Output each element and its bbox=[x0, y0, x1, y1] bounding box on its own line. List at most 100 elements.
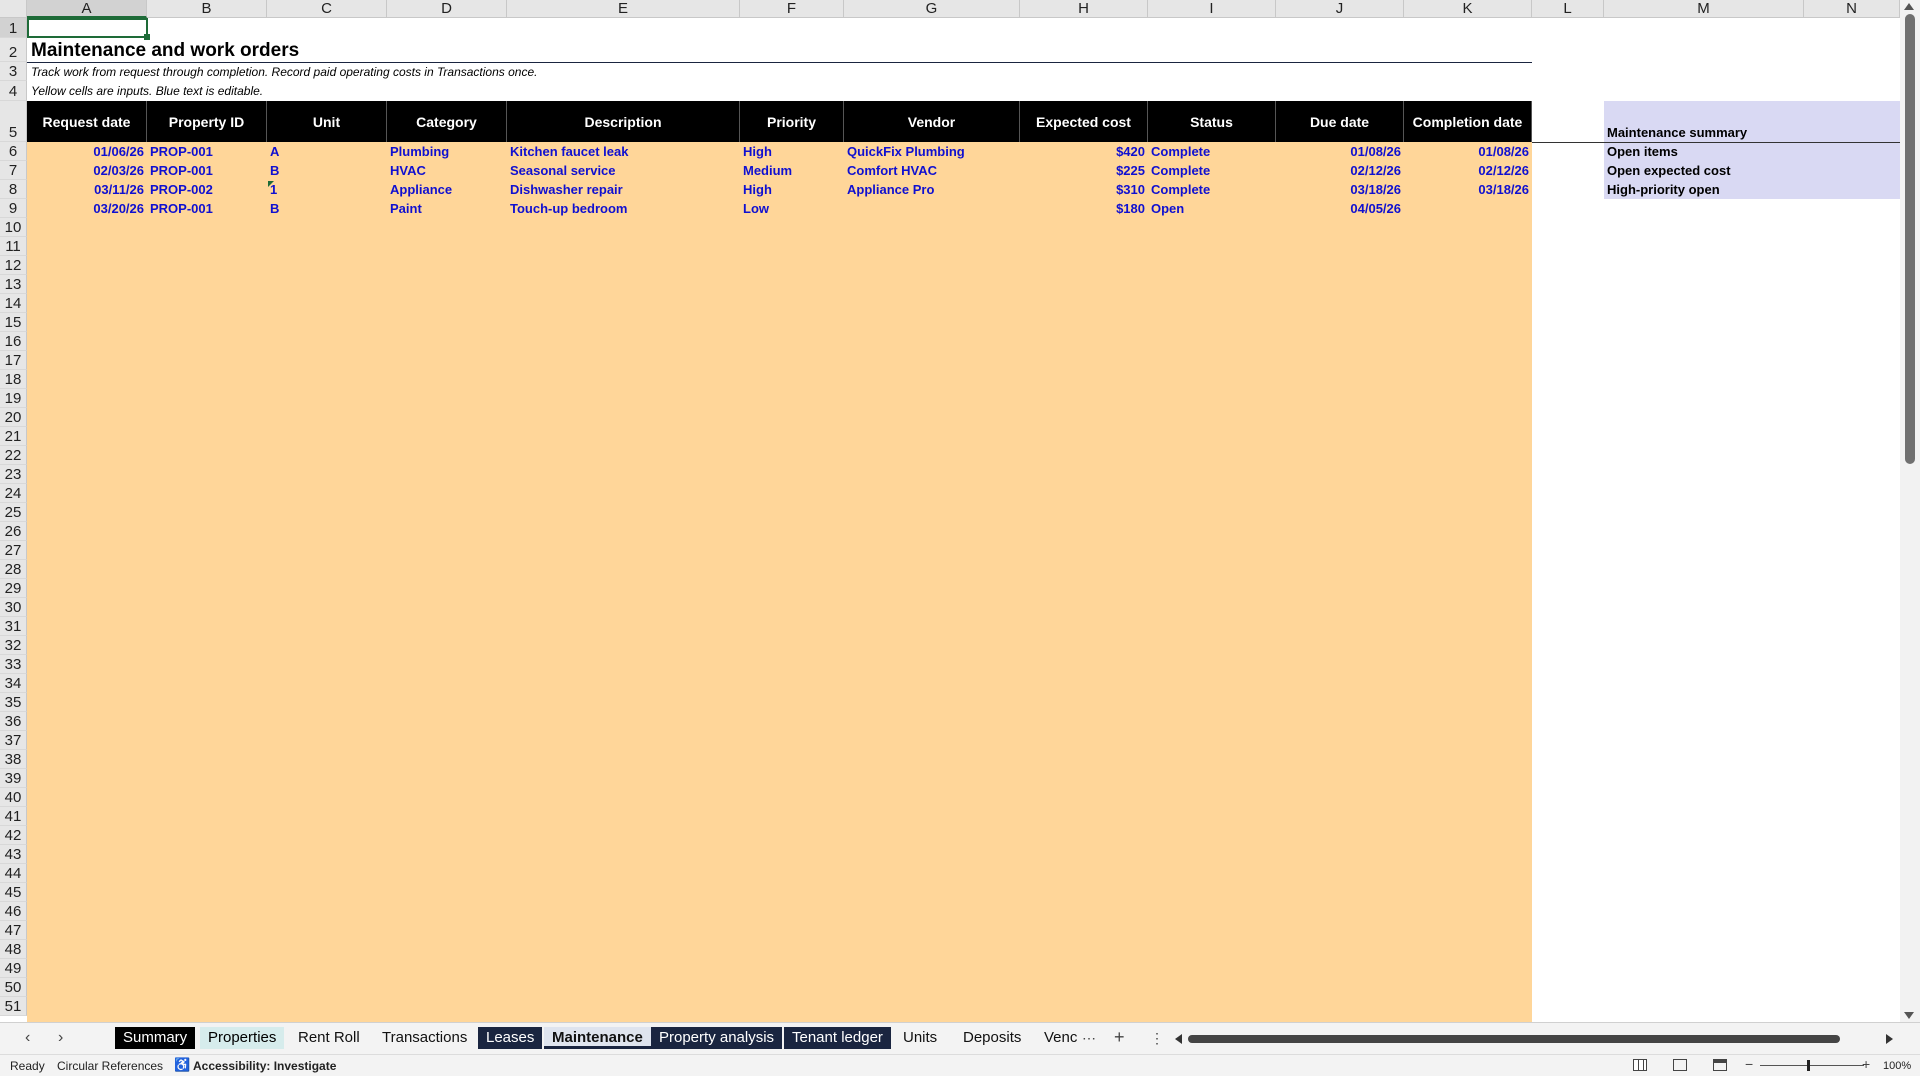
row-header[interactable]: 45 bbox=[0, 883, 27, 902]
cell-completion-date[interactable]: 03/18/26 bbox=[1404, 180, 1532, 199]
tab-rent-roll[interactable]: Rent Roll bbox=[290, 1027, 368, 1049]
row-header[interactable]: 6 bbox=[0, 142, 27, 161]
row-header[interactable]: 20 bbox=[0, 408, 27, 427]
cell-vendor[interactable]: QuickFix Plumbing bbox=[844, 142, 1020, 161]
cell-priority[interactable]: High bbox=[740, 142, 844, 161]
zoom-level[interactable]: 100% bbox=[1883, 1058, 1911, 1074]
header-due-date[interactable]: Due date bbox=[1276, 101, 1404, 142]
row-header[interactable]: 29 bbox=[0, 579, 27, 598]
tab-summary[interactable]: Summary bbox=[115, 1027, 196, 1049]
row-header[interactable]: 11 bbox=[0, 237, 27, 256]
tab-tenant-ledger[interactable]: Tenant ledger bbox=[784, 1027, 891, 1049]
zoom-in-icon[interactable]: + bbox=[1862, 1056, 1870, 1072]
cell-status[interactable]: Complete bbox=[1148, 161, 1276, 180]
normal-view-icon[interactable] bbox=[1633, 1059, 1647, 1071]
header-vendor[interactable]: Vendor bbox=[844, 101, 1020, 142]
cell-expected-cost[interactable]: $180 bbox=[1020, 199, 1148, 218]
row-header[interactable]: 9 bbox=[0, 199, 27, 218]
row-header[interactable]: 8 bbox=[0, 180, 27, 199]
tab-leases[interactable]: Leases bbox=[478, 1027, 543, 1049]
tab-maintenance[interactable]: Maintenance bbox=[544, 1027, 651, 1049]
row-header[interactable]: 36 bbox=[0, 712, 27, 731]
cell-priority[interactable]: Low bbox=[740, 199, 844, 218]
cell-completion-date[interactable]: 01/08/26 bbox=[1404, 142, 1532, 161]
row-header[interactable]: 34 bbox=[0, 674, 27, 693]
row-header[interactable]: 21 bbox=[0, 427, 27, 446]
row-header[interactable]: 41 bbox=[0, 807, 27, 826]
row-header[interactable]: 3 bbox=[0, 62, 27, 81]
summary-title[interactable]: Maintenance summary bbox=[1607, 124, 1747, 142]
row-header[interactable]: 23 bbox=[0, 465, 27, 484]
row-header[interactable]: 24 bbox=[0, 484, 27, 503]
cell-unit[interactable]: A bbox=[267, 142, 387, 161]
scroll-up-arrow-icon[interactable] bbox=[1904, 3, 1914, 10]
cell-status[interactable]: Complete bbox=[1148, 142, 1276, 161]
row-header[interactable]: 47 bbox=[0, 921, 27, 940]
cell-category[interactable]: Appliance bbox=[387, 180, 507, 199]
column-header-a[interactable]: A bbox=[27, 0, 147, 18]
cell-property-id[interactable]: PROP-002 bbox=[147, 180, 267, 199]
row-header[interactable]: 26 bbox=[0, 522, 27, 541]
cell-expected-cost[interactable]: $310 bbox=[1020, 180, 1148, 199]
cell-due-date[interactable]: 02/12/26 bbox=[1276, 161, 1404, 180]
cell-property-id[interactable]: PROP-001 bbox=[147, 161, 267, 180]
row-header[interactable]: 16 bbox=[0, 332, 27, 351]
column-header-l[interactable]: L bbox=[1532, 0, 1604, 18]
cell-due-date[interactable]: 03/18/26 bbox=[1276, 180, 1404, 199]
cell-vendor[interactable]: Appliance Pro bbox=[844, 180, 1020, 199]
cell-priority[interactable]: Medium bbox=[740, 161, 844, 180]
cell-request-date[interactable]: 01/06/26 bbox=[27, 142, 147, 161]
tab-vendors-truncated[interactable]: Venc bbox=[1036, 1027, 1085, 1049]
row-header[interactable]: 1 bbox=[0, 18, 27, 38]
row-header[interactable]: 35 bbox=[0, 693, 27, 712]
cell-request-date[interactable]: 02/03/26 bbox=[27, 161, 147, 180]
row-header[interactable]: 44 bbox=[0, 864, 27, 883]
scroll-left-arrow-icon[interactable] bbox=[1175, 1034, 1182, 1044]
row-header[interactable]: 2 bbox=[0, 38, 27, 62]
cell-description[interactable]: Kitchen faucet leak bbox=[507, 142, 740, 161]
cell-completion-date[interactable] bbox=[1404, 199, 1532, 218]
row-header[interactable]: 30 bbox=[0, 598, 27, 617]
row-header[interactable]: 39 bbox=[0, 769, 27, 788]
cell-due-date[interactable]: 01/08/26 bbox=[1276, 142, 1404, 161]
column-header-g[interactable]: G bbox=[844, 0, 1020, 18]
accessibility-icon[interactable]: ♿ bbox=[174, 1057, 190, 1073]
cell-request-date[interactable]: 03/11/26 bbox=[27, 180, 147, 199]
summary-item-open-expected-cost[interactable]: Open expected cost bbox=[1607, 161, 1731, 180]
cell-category[interactable]: HVAC bbox=[387, 161, 507, 180]
column-header-m[interactable]: M bbox=[1604, 0, 1804, 18]
row-header[interactable]: 37 bbox=[0, 731, 27, 750]
scroll-right-arrow-icon[interactable] bbox=[1886, 1034, 1893, 1044]
row-header[interactable]: 48 bbox=[0, 940, 27, 959]
row-header[interactable]: 49 bbox=[0, 959, 27, 978]
cell-unit[interactable]: B bbox=[267, 199, 387, 218]
column-header-k[interactable]: K bbox=[1404, 0, 1532, 18]
tab-transactions[interactable]: Transactions bbox=[374, 1027, 475, 1049]
row-header[interactable]: 40 bbox=[0, 788, 27, 807]
cell-vendor[interactable]: Comfort HVAC bbox=[844, 161, 1020, 180]
cell-description[interactable]: Dishwasher repair bbox=[507, 180, 740, 199]
row-header[interactable]: 38 bbox=[0, 750, 27, 769]
tab-scroll-left-icon[interactable]: ‹ bbox=[25, 1030, 30, 1046]
row-header[interactable]: 18 bbox=[0, 370, 27, 389]
column-header-i[interactable]: I bbox=[1148, 0, 1276, 18]
row-header[interactable]: 5 bbox=[0, 101, 27, 142]
column-header-n[interactable]: N bbox=[1804, 0, 1900, 18]
row-header[interactable]: 12 bbox=[0, 256, 27, 275]
status-circular-references[interactable]: Circular References bbox=[57, 1058, 163, 1074]
header-category[interactable]: Category bbox=[387, 101, 507, 142]
more-tabs-icon[interactable]: ⋯ bbox=[1082, 1030, 1096, 1046]
status-accessibility[interactable]: Accessibility: Investigate bbox=[193, 1058, 336, 1074]
row-header[interactable]: 4 bbox=[0, 81, 27, 101]
zoom-slider-thumb[interactable] bbox=[1807, 1060, 1810, 1071]
header-status[interactable]: Status bbox=[1148, 101, 1276, 142]
column-header-d[interactable]: D bbox=[387, 0, 507, 18]
column-header-h[interactable]: H bbox=[1020, 0, 1148, 18]
cell-category[interactable]: Plumbing bbox=[387, 142, 507, 161]
header-expected-cost[interactable]: Expected cost bbox=[1020, 101, 1148, 142]
cell-status[interactable]: Open bbox=[1148, 199, 1276, 218]
row-header[interactable]: 51 bbox=[0, 997, 27, 1016]
row-header[interactable]: 31 bbox=[0, 617, 27, 636]
cell-request-date[interactable]: 03/20/26 bbox=[27, 199, 147, 218]
tab-scroll-right-icon[interactable]: › bbox=[58, 1030, 63, 1046]
